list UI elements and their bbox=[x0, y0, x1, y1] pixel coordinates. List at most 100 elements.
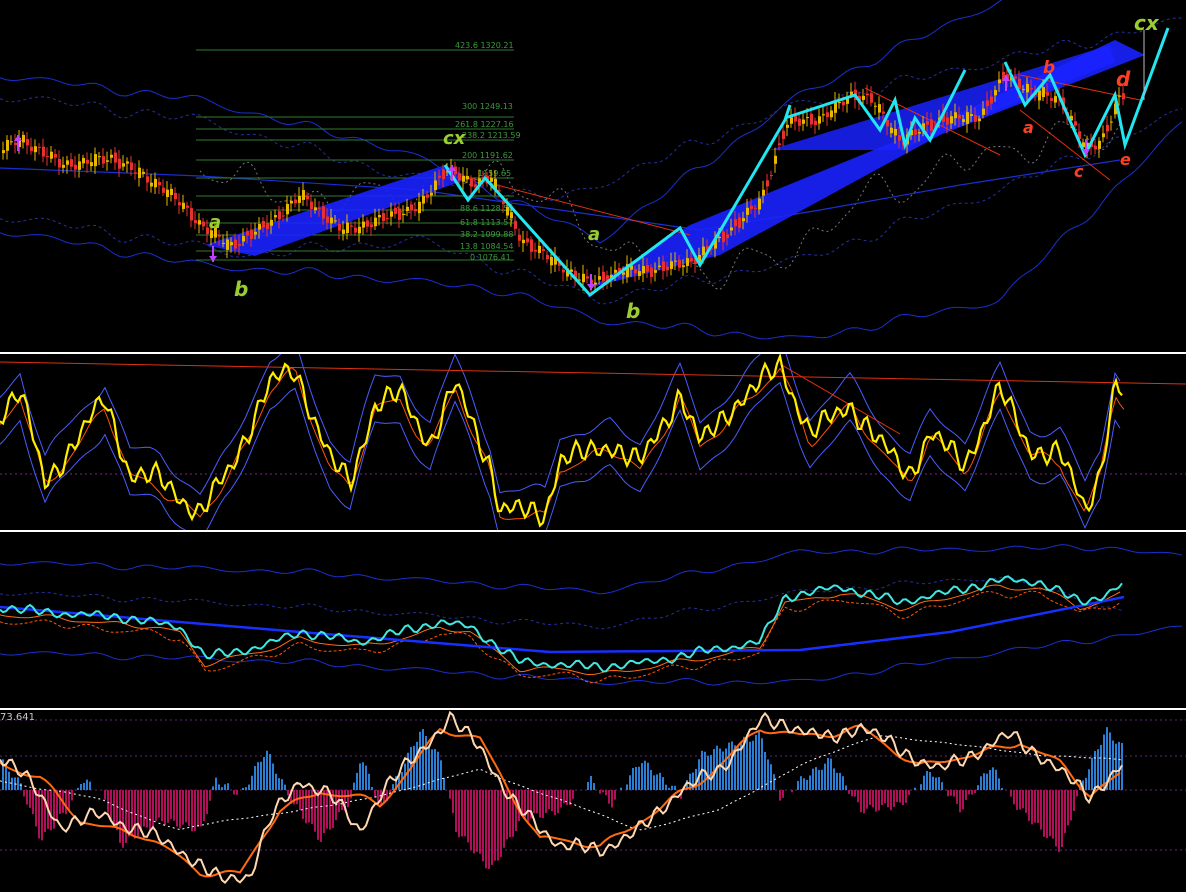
histogram-bar bbox=[470, 790, 472, 851]
histogram-bar bbox=[665, 784, 667, 790]
candle-body bbox=[530, 239, 533, 252]
candle-body bbox=[246, 231, 249, 236]
candle-body bbox=[670, 261, 673, 269]
candle-body bbox=[562, 269, 565, 273]
histogram-bar bbox=[104, 790, 106, 800]
histogram-bar bbox=[44, 790, 46, 833]
oscillator-pane[interactable] bbox=[0, 354, 1186, 530]
histogram-bar bbox=[452, 790, 454, 814]
signal-arrow-icon bbox=[587, 284, 595, 290]
histogram-pane[interactable]: 73.641 bbox=[0, 710, 1186, 892]
histogram-bar bbox=[767, 759, 769, 790]
candle-body bbox=[66, 160, 69, 165]
candle-body bbox=[142, 171, 145, 174]
candle-body bbox=[550, 256, 553, 266]
candle-body bbox=[70, 159, 73, 167]
histogram-bar bbox=[107, 790, 109, 813]
candle-body bbox=[302, 190, 305, 200]
candle-body bbox=[734, 219, 737, 227]
histogram-bar bbox=[650, 770, 652, 790]
price-line-chart[interactable] bbox=[0, 532, 1186, 708]
histogram-bar bbox=[626, 784, 628, 790]
candle-body bbox=[414, 209, 417, 212]
histogram-bar bbox=[422, 729, 424, 790]
histogram-bar bbox=[500, 790, 502, 858]
candle-body bbox=[74, 164, 77, 170]
candle-body bbox=[122, 163, 125, 167]
candle-body bbox=[1022, 89, 1025, 91]
candle-body bbox=[374, 217, 377, 227]
candle-body bbox=[390, 211, 393, 217]
histogram-bar bbox=[455, 790, 457, 833]
price-chart-pane[interactable]: 423.6 1320.21 300 1249.13 261.8 1227.16 238… bbox=[0, 0, 1186, 352]
histogram-bar bbox=[1034, 790, 1036, 823]
fib-level-label: 0 1076.41 bbox=[470, 253, 511, 262]
histogram-bar bbox=[809, 775, 811, 790]
histogram-chart[interactable] bbox=[0, 710, 1186, 892]
wave-label: a bbox=[1023, 118, 1034, 137]
histogram-bar bbox=[242, 787, 244, 790]
histogram-bar bbox=[269, 754, 271, 790]
histogram-bar bbox=[113, 790, 115, 824]
histogram-bar bbox=[308, 790, 310, 823]
histogram-bar bbox=[779, 790, 781, 801]
candle-body bbox=[154, 178, 157, 188]
candle-body bbox=[642, 266, 645, 274]
histogram-bar bbox=[803, 778, 805, 790]
histogram-bar bbox=[953, 790, 955, 797]
histogram-bar bbox=[302, 790, 304, 819]
histogram-bar bbox=[602, 790, 604, 793]
histogram-bar bbox=[857, 790, 859, 803]
histogram-bar bbox=[806, 779, 808, 790]
histogram-bar bbox=[860, 790, 862, 813]
candle-body bbox=[798, 118, 801, 126]
candle-body bbox=[650, 267, 653, 277]
candle-body bbox=[98, 156, 101, 158]
candle-body bbox=[62, 164, 65, 168]
candle-body bbox=[890, 127, 893, 134]
histogram-bar bbox=[326, 790, 328, 829]
candle-body bbox=[22, 134, 25, 143]
histogram-bar bbox=[176, 790, 178, 827]
histogram-bar bbox=[182, 790, 184, 825]
histogram-bar bbox=[674, 785, 676, 790]
candle-body bbox=[434, 180, 437, 191]
oscillator-trend-line bbox=[0, 361, 1186, 385]
candle-body bbox=[870, 93, 873, 103]
histogram-bar bbox=[461, 790, 463, 837]
candle-body bbox=[986, 100, 989, 107]
histogram-bar bbox=[608, 790, 610, 804]
oscillator-chart[interactable] bbox=[0, 354, 1186, 530]
histogram-bar bbox=[350, 790, 352, 799]
histogram-bar bbox=[1046, 790, 1048, 839]
histogram-bar bbox=[254, 766, 256, 790]
histogram-bar bbox=[416, 741, 418, 790]
candle-body bbox=[730, 227, 733, 231]
histogram-bar bbox=[1073, 790, 1075, 812]
candle-body bbox=[1030, 88, 1033, 90]
candle-body bbox=[506, 206, 509, 216]
histogram-bar bbox=[317, 790, 319, 840]
histogram-bar bbox=[722, 751, 724, 790]
histogram-bar bbox=[1010, 790, 1012, 797]
candle-body bbox=[946, 117, 949, 125]
candle-body bbox=[646, 265, 649, 272]
price-chart[interactable]: 423.6 1320.21300 1249.13261.8 1227.16238… bbox=[0, 0, 1186, 352]
candle-body bbox=[738, 217, 741, 228]
price-line-pane[interactable] bbox=[0, 532, 1186, 708]
candle-body bbox=[1074, 121, 1077, 126]
histogram-bar bbox=[164, 790, 166, 825]
histogram-bar bbox=[815, 767, 817, 790]
candle-body bbox=[186, 205, 189, 208]
histogram-bar bbox=[641, 763, 643, 790]
histogram-bar bbox=[191, 790, 193, 832]
candle-body bbox=[918, 132, 921, 134]
histogram-bar bbox=[1103, 734, 1105, 790]
histogram-bar bbox=[467, 790, 469, 843]
histogram-bar bbox=[824, 763, 826, 790]
candle-body bbox=[242, 236, 245, 242]
histogram-bar bbox=[614, 790, 616, 800]
histogram-bar bbox=[275, 773, 277, 790]
histogram-bar bbox=[362, 762, 364, 790]
candle-body bbox=[250, 229, 253, 240]
